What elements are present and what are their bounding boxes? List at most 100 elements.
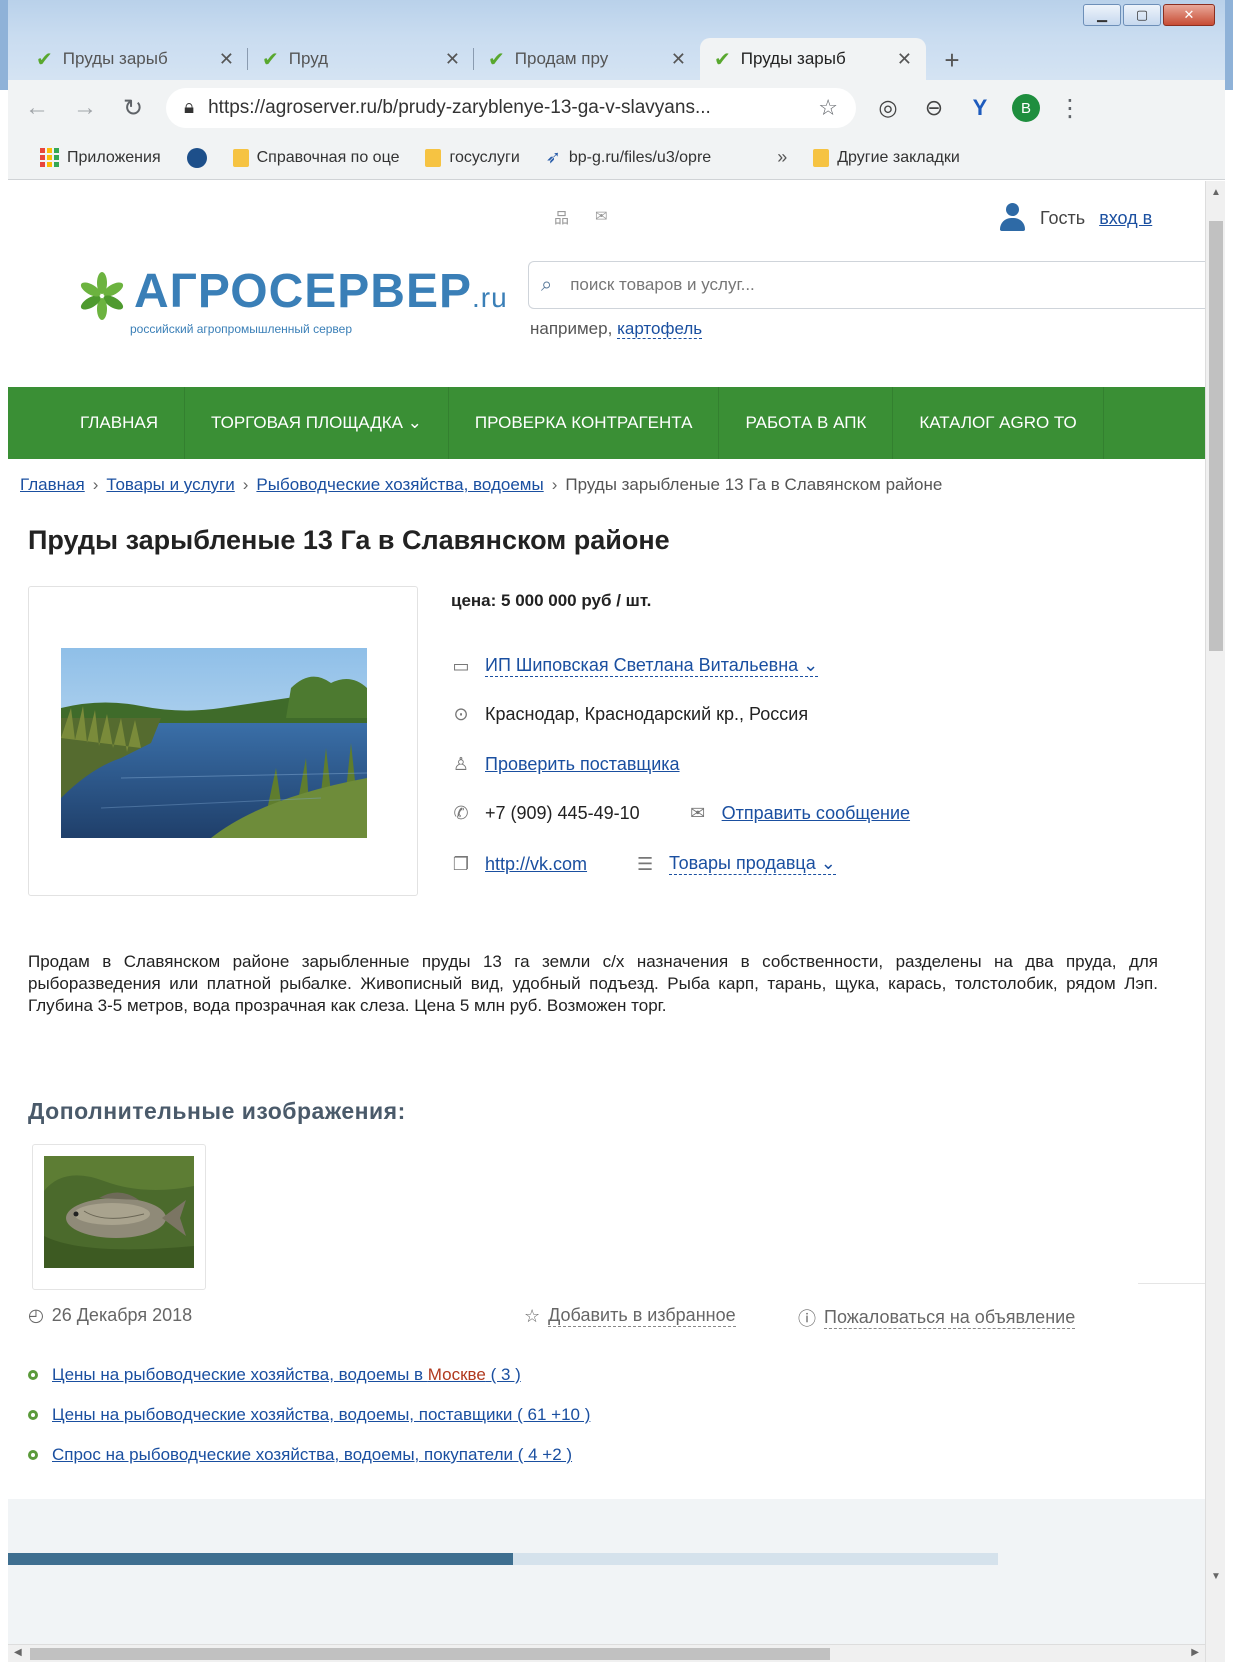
- forward-icon[interactable]: →: [70, 94, 100, 122]
- browser-tab-3[interactable]: ✔ Продам пру ✕: [474, 38, 700, 80]
- browser-tab-1[interactable]: ✔ Пруды зарыб ✕: [22, 38, 248, 80]
- browser-tab-2[interactable]: ✔ Пруд ✕: [248, 38, 474, 80]
- search-example-link[interactable]: картофель: [617, 319, 703, 339]
- bookmark-other[interactable]: Другие закладки: [813, 148, 960, 167]
- seller-link[interactable]: ИП Шиповская Светлана Витальевна ⌄: [485, 655, 819, 677]
- send-message-link[interactable]: Отправить сообщение: [722, 803, 910, 824]
- carousel-scrollbar[interactable]: [8, 1553, 998, 1565]
- carousel-scrollbar-thumb[interactable]: [8, 1553, 513, 1565]
- page-title: Пруды зарыбленые 13 Га в Славянском райо…: [28, 525, 670, 555]
- seller-goods-link[interactable]: Товары продавца ⌄: [669, 853, 836, 875]
- pond-photo: [61, 648, 367, 838]
- browser-tab-4-active[interactable]: ✔ Пруды зарыб ✕: [700, 38, 926, 80]
- extension-y-icon[interactable]: Y: [966, 95, 994, 121]
- nav-catalog[interactable]: КАТАЛОГ AGRO ТО: [893, 387, 1104, 459]
- window-icon: ❐: [452, 853, 470, 874]
- back-icon[interactable]: ←: [22, 94, 52, 122]
- breadcrumb-current: Пруды зарыбленые 13 Га в Славянском райо…: [565, 475, 943, 494]
- bookmark-bpg[interactable]: ➶ bp-g.ru/files/u3/opre: [546, 147, 711, 168]
- location-text: Краснодар, Краснодарский кр., Россия: [485, 704, 809, 724]
- nav-jobs[interactable]: РАБОТА В АПК: [719, 387, 894, 459]
- search-icon: ⌕: [541, 273, 553, 296]
- bullet-icon: [28, 1370, 38, 1380]
- clock-icon: ◴: [28, 1305, 44, 1325]
- breadcrumb-goods[interactable]: Товары и услуги: [106, 475, 234, 494]
- add-favorite-link[interactable]: Добавить в избранное: [548, 1305, 736, 1327]
- tab-title: Продам пру: [514, 49, 609, 68]
- close-tab-icon[interactable]: ✕: [671, 49, 686, 70]
- list-item: Спрос на рыбоводческие хозяйства, водоем…: [28, 1435, 590, 1475]
- main-image-frame[interactable]: [28, 586, 418, 896]
- maximize-button[interactable]: ▢: [1123, 4, 1161, 26]
- folder-icon: [232, 148, 249, 167]
- related-link-moscow[interactable]: Цены на рыбоводческие хозяйства, водоемы…: [52, 1365, 521, 1385]
- scroll-up-icon[interactable]: ▲: [1211, 187, 1221, 198]
- site-favicon-icon: [186, 147, 207, 168]
- close-tab-icon[interactable]: ✕: [219, 49, 234, 70]
- tab-strip: ✔ Пруды зарыб ✕ ✔ Пруд ✕ ✔ Продам пру ✕ …: [22, 38, 972, 80]
- scroll-left-icon[interactable]: ◀: [14, 1647, 22, 1658]
- footer-band: [8, 1499, 1205, 1662]
- extra-image-thumbnail[interactable]: [32, 1144, 206, 1290]
- vertical-scroll-thumb[interactable]: [1209, 221, 1223, 651]
- check-supplier-link[interactable]: Проверить поставщика: [485, 754, 680, 775]
- related-link-buyers[interactable]: Спрос на рыбоводческие хозяйства, водоем…: [52, 1445, 572, 1465]
- tab-title: Пруд: [288, 49, 329, 68]
- folder-icon: [425, 148, 442, 167]
- website-link[interactable]: http://vk.com: [485, 854, 587, 875]
- minimize-button[interactable]: ▁: [1083, 4, 1121, 26]
- profile-avatar[interactable]: B: [1012, 94, 1040, 122]
- list-icon: ☰: [636, 853, 654, 874]
- guest-label: Гость: [1040, 207, 1086, 228]
- bookmark-blue-site[interactable]: [186, 147, 207, 168]
- vertical-scrollbar[interactable]: ▲ ▼: [1205, 181, 1225, 1662]
- bookmark-label: bp-g.ru/files/u3/opre: [568, 148, 712, 166]
- carp-photo: [44, 1156, 194, 1268]
- main-navigation: ГЛАВНАЯ ТОРГОВАЯ ПЛОЩАДКА ⌄ ПРОВЕРКА КОН…: [8, 387, 1205, 459]
- new-tab-button[interactable]: +: [932, 40, 972, 80]
- login-link[interactable]: вход в: [1099, 208, 1152, 229]
- bookmark-gosuslugi[interactable]: госуслуги: [425, 148, 520, 167]
- scroll-right-icon[interactable]: ▶: [1191, 1647, 1199, 1658]
- mail-icon[interactable]: ✉: [595, 207, 608, 228]
- bookmark-star-icon[interactable]: ☆: [818, 95, 838, 121]
- nav-home[interactable]: ГЛАВНАЯ: [8, 387, 185, 459]
- report-link[interactable]: Пожаловаться на объявление: [824, 1307, 1076, 1329]
- website-row: ❐ http://vk.com ☰ Товары продавца ⌄: [451, 853, 836, 875]
- extension-sync-icon[interactable]: ⊖: [920, 95, 948, 121]
- publish-date: 26 Декабря 2018: [51, 1305, 193, 1325]
- close-tab-icon[interactable]: ✕: [897, 49, 912, 70]
- extra-images-heading: Дополнительные изображения:: [28, 1098, 406, 1124]
- reload-icon[interactable]: ↻: [118, 94, 148, 123]
- extension-ring-icon[interactable]: ◎: [874, 95, 902, 121]
- leaf-favicon-icon: ✔: [262, 48, 279, 71]
- bullet-icon: [28, 1410, 38, 1420]
- user-icon: [998, 203, 1026, 233]
- related-link-suppliers[interactable]: Цены на рыбоводческие хозяйства, водоемы…: [52, 1405, 590, 1425]
- search-example: например, картофель: [530, 319, 703, 339]
- nav-check-counterparty[interactable]: ПРОВЕРКА КОНТРАГЕНТА: [449, 387, 720, 459]
- close-tab-icon[interactable]: ✕: [445, 49, 460, 70]
- leaf-favicon-icon: ✔: [488, 48, 505, 71]
- bookmark-apps[interactable]: Приложения: [40, 148, 161, 167]
- search-placeholder: поиск товаров и услуг...: [570, 275, 755, 294]
- bookmark-label: госуслуги: [449, 148, 520, 166]
- browser-toolbar: ← → ↻ 🔒︎ https://agroserver.ru/b/prudy-z…: [8, 80, 1225, 136]
- seller-row: ▭ ИП Шиповская Светлана Витальевна ⌄: [451, 655, 819, 677]
- scroll-down-icon[interactable]: ▼: [1211, 1571, 1221, 1582]
- sitemap-icon[interactable]: 品: [554, 207, 569, 228]
- close-window-button[interactable]: ✕: [1163, 4, 1215, 26]
- lock-icon: 🔒︎: [184, 97, 195, 118]
- bookmark-spravochnaya[interactable]: Справочная по оце: [232, 148, 399, 167]
- search-input[interactable]: ⌕ поиск товаров и услуг...: [528, 261, 1205, 309]
- nav-marketplace[interactable]: ТОРГОВАЯ ПЛОЩАДКА ⌄: [185, 387, 449, 459]
- bullet-icon: [28, 1450, 38, 1460]
- address-bar[interactable]: 🔒︎ https://agroserver.ru/b/prudy-zaryble…: [166, 88, 856, 128]
- breadcrumb-home[interactable]: Главная: [20, 475, 85, 494]
- browser-menu-icon[interactable]: ⋮: [1058, 94, 1082, 123]
- bookmarks-more-button[interactable]: »: [777, 147, 787, 168]
- horizontal-scroll-thumb[interactable]: [30, 1648, 830, 1660]
- horizontal-scrollbar[interactable]: ◀ ▶: [8, 1644, 1205, 1662]
- listing-meta: ◴ 26 Декабря 2018 ☆ Добавить в избранное…: [28, 1301, 1178, 1331]
- breadcrumb-category[interactable]: Рыбоводческие хозяйства, водоемы: [256, 475, 543, 494]
